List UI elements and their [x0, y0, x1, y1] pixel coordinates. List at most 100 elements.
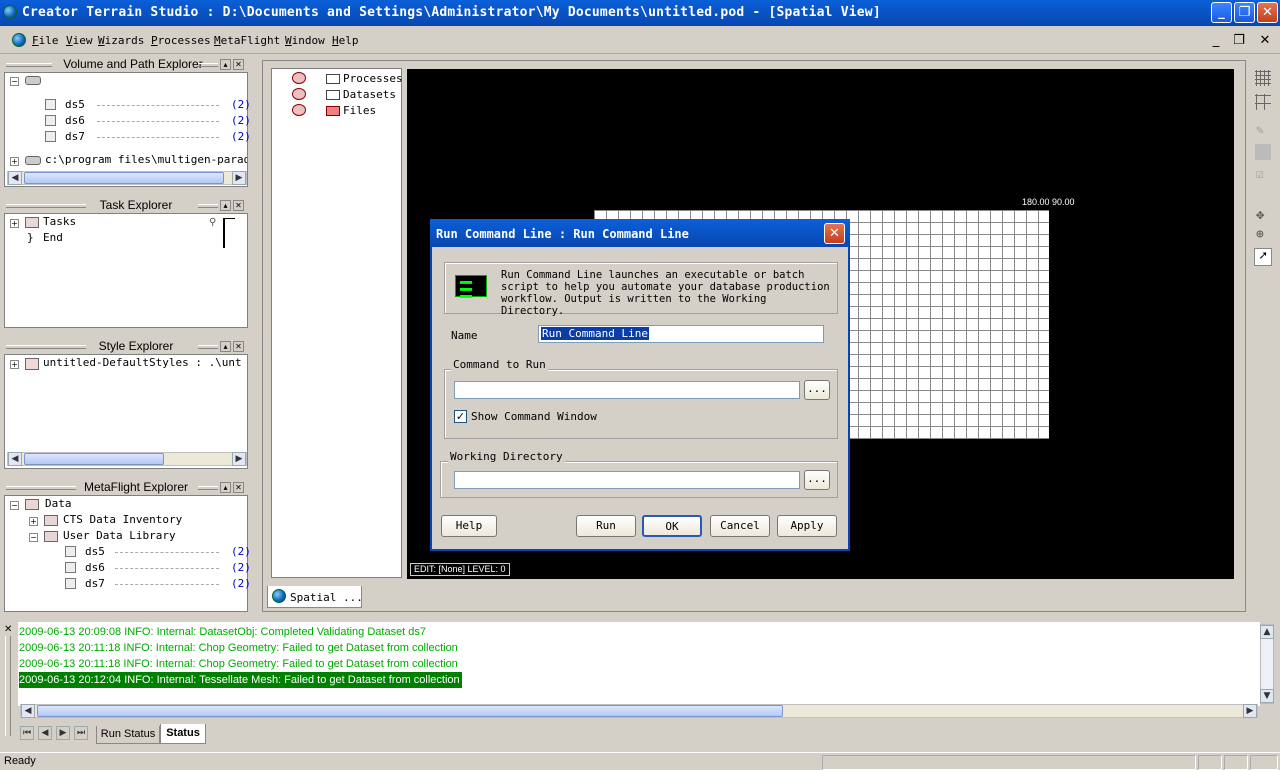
horizontal-scrollbar[interactable]: ◀ ▶: [7, 452, 247, 466]
last-tab-icon[interactable]: ⏭: [74, 726, 88, 740]
apply-button[interactable]: Apply: [777, 515, 837, 537]
menu-window[interactable]: Window: [285, 34, 325, 47]
help-marker-icon[interactable]: ⚲: [209, 217, 216, 228]
mf-inventory[interactable]: CTS Data Inventory: [63, 512, 182, 528]
tab-spatial[interactable]: Spatial ...: [267, 586, 363, 608]
document-globe-icon[interactable]: [12, 33, 26, 47]
grid-coarse-icon[interactable]: [1255, 94, 1271, 110]
metaflight-explorer: MetaFlight Explorer ▴ ✕ − Data + CTS Dat…: [2, 480, 251, 612]
menu-processes[interactable]: Processes: [151, 34, 211, 47]
dialog-close-button[interactable]: ✕: [824, 223, 845, 244]
restore-button[interactable]: ❐: [1234, 2, 1255, 23]
edit-tool-icon[interactable]: ✎: [1255, 122, 1271, 138]
menu-view[interactable]: View: [66, 34, 93, 47]
eye-icon[interactable]: [292, 72, 306, 84]
scroll-left-icon[interactable]: ◀: [8, 452, 22, 466]
volume-item-ds6[interactable]: ds6 (2): [45, 113, 251, 129]
project-files[interactable]: Files: [343, 103, 376, 119]
tree-collapse-icon[interactable]: −: [29, 533, 38, 542]
mf-item-ds5[interactable]: ds5 (2): [65, 544, 251, 560]
volume-item-ds5[interactable]: ds5 (2): [45, 97, 251, 113]
horizontal-scrollbar[interactable]: ◀ ▶: [7, 171, 247, 185]
prev-tab-icon[interactable]: ◀: [38, 726, 52, 740]
command-input[interactable]: [454, 381, 800, 399]
tree-expand-icon[interactable]: +: [10, 360, 19, 369]
eye-icon[interactable]: [292, 104, 306, 116]
scroll-thumb[interactable]: [37, 705, 783, 717]
ok-button[interactable]: OK: [642, 515, 702, 537]
panel-close-button[interactable]: ✕: [233, 341, 244, 352]
first-tab-icon[interactable]: ⏮: [20, 726, 34, 740]
log-close-icon[interactable]: ✕: [4, 624, 12, 635]
working-dir-input[interactable]: [454, 471, 800, 489]
log-horizontal-scrollbar[interactable]: ◀ ▶: [20, 704, 1258, 718]
log-grip[interactable]: [5, 636, 11, 736]
cancel-button[interactable]: Cancel: [710, 515, 770, 537]
task-end[interactable]: End: [43, 230, 63, 246]
menu-file[interactable]: File: [32, 34, 59, 47]
mf-data[interactable]: Data: [45, 496, 72, 512]
tile-tool-icon[interactable]: [1255, 144, 1271, 160]
mdi-restore-button[interactable]: ❐: [1229, 32, 1249, 50]
run-button[interactable]: Run: [576, 515, 636, 537]
panel-close-button[interactable]: ✕: [233, 59, 244, 70]
scroll-right-icon[interactable]: ▶: [232, 171, 246, 185]
tree-expand-icon[interactable]: +: [10, 219, 19, 228]
panel-close-button[interactable]: ✕: [233, 200, 244, 211]
drive-icon: [25, 156, 41, 165]
tree-expand-icon[interactable]: +: [29, 517, 38, 526]
panel-float-button[interactable]: ▴: [220, 341, 231, 352]
eye-icon[interactable]: [292, 88, 306, 100]
scroll-thumb[interactable]: [24, 172, 224, 184]
panel-close-button[interactable]: ✕: [233, 482, 244, 493]
project-processes[interactable]: Processes: [343, 71, 403, 87]
pan-icon[interactable]: ✥: [1255, 206, 1271, 223]
tab-run-status[interactable]: Run Status: [96, 726, 160, 744]
menu-wizards[interactable]: Wizards: [98, 34, 144, 47]
mf-library[interactable]: User Data Library: [63, 528, 176, 544]
mdi-minimize-button[interactable]: _: [1206, 32, 1226, 50]
log-line[interactable]: 2009-06-13 20:11:18 INFO: Internal: Chop…: [19, 640, 458, 656]
minimize-button[interactable]: _: [1211, 2, 1232, 23]
menu-help[interactable]: Help: [332, 34, 359, 47]
scroll-right-icon[interactable]: ▶: [232, 452, 246, 466]
panel-float-button[interactable]: ▴: [220, 59, 231, 70]
name-field[interactable]: Run Command Line: [538, 325, 824, 343]
scroll-left-icon[interactable]: ◀: [8, 171, 22, 185]
log-vertical-scrollbar[interactable]: ▲ ▼: [1260, 624, 1274, 704]
tree-collapse-icon[interactable]: −: [10, 501, 19, 510]
help-button[interactable]: Help: [441, 515, 497, 537]
task-tasks[interactable]: Tasks: [43, 214, 76, 230]
scroll-up-icon[interactable]: ▲: [1260, 625, 1274, 639]
style-item[interactable]: untitled-DefaultStyles : .\unt...: [43, 355, 243, 371]
tree-expand-icon[interactable]: +: [10, 157, 19, 166]
dataset-icon: [65, 578, 76, 589]
volume-path-item[interactable]: c:\program files\multigen-paradigm: [45, 152, 247, 168]
log-line[interactable]: 2009-06-13 20:09:08 INFO: Internal: Data…: [19, 624, 426, 640]
tree-collapse-icon[interactable]: −: [10, 77, 19, 86]
command-browse-button[interactable]: ...: [804, 380, 830, 400]
zoom-icon[interactable]: ⊕: [1255, 226, 1271, 242]
show-window-checkbox[interactable]: ✓: [454, 410, 467, 423]
working-dir-browse-button[interactable]: ...: [804, 470, 830, 490]
scroll-left-icon[interactable]: ◀: [21, 704, 35, 718]
panel-float-button[interactable]: ▴: [220, 482, 231, 493]
scroll-right-icon[interactable]: ▶: [1243, 704, 1257, 718]
log-line[interactable]: 2009-06-13 20:11:18 INFO: Internal: Chop…: [19, 656, 458, 672]
grid-fine-icon[interactable]: [1255, 70, 1271, 86]
check-tool-icon[interactable]: ☑: [1255, 166, 1271, 182]
mdi-close-button[interactable]: ✕: [1255, 32, 1275, 50]
close-button[interactable]: ✕: [1257, 2, 1278, 23]
panel-float-button[interactable]: ▴: [220, 200, 231, 211]
scroll-down-icon[interactable]: ▼: [1260, 689, 1274, 703]
next-tab-icon[interactable]: ▶: [56, 726, 70, 740]
pointer-icon[interactable]: ➚: [1254, 248, 1272, 266]
scroll-thumb[interactable]: [24, 453, 164, 465]
tab-status[interactable]: Status: [160, 724, 206, 744]
mf-item-ds6[interactable]: ds6 (2): [65, 560, 251, 576]
project-datasets[interactable]: Datasets: [343, 87, 396, 103]
log-line-selected[interactable]: 2009-06-13 20:12:04 INFO: Internal: Tess…: [19, 672, 462, 688]
volume-item-ds7[interactable]: ds7 (2): [45, 129, 251, 145]
mf-item-ds7[interactable]: ds7 (2): [65, 576, 251, 592]
menu-metaflight[interactable]: MetaFlight: [214, 34, 280, 47]
